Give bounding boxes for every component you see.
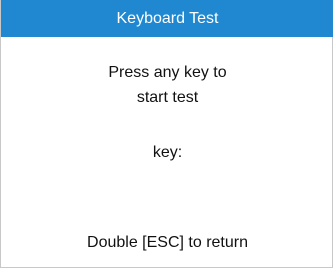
prompt-line-1: Press any key to [108, 64, 227, 81]
keyboard-test-screen: Keyboard Test Press any key to start tes… [0, 0, 333, 268]
return-instruction: Double [ESC] to return [87, 234, 248, 251]
title-bar: Keyboard Test [1, 0, 333, 37]
prompt-line-2: start test [136, 89, 199, 106]
key-readout-label: key: [152, 144, 183, 161]
window-title: Keyboard Test [116, 10, 219, 27]
